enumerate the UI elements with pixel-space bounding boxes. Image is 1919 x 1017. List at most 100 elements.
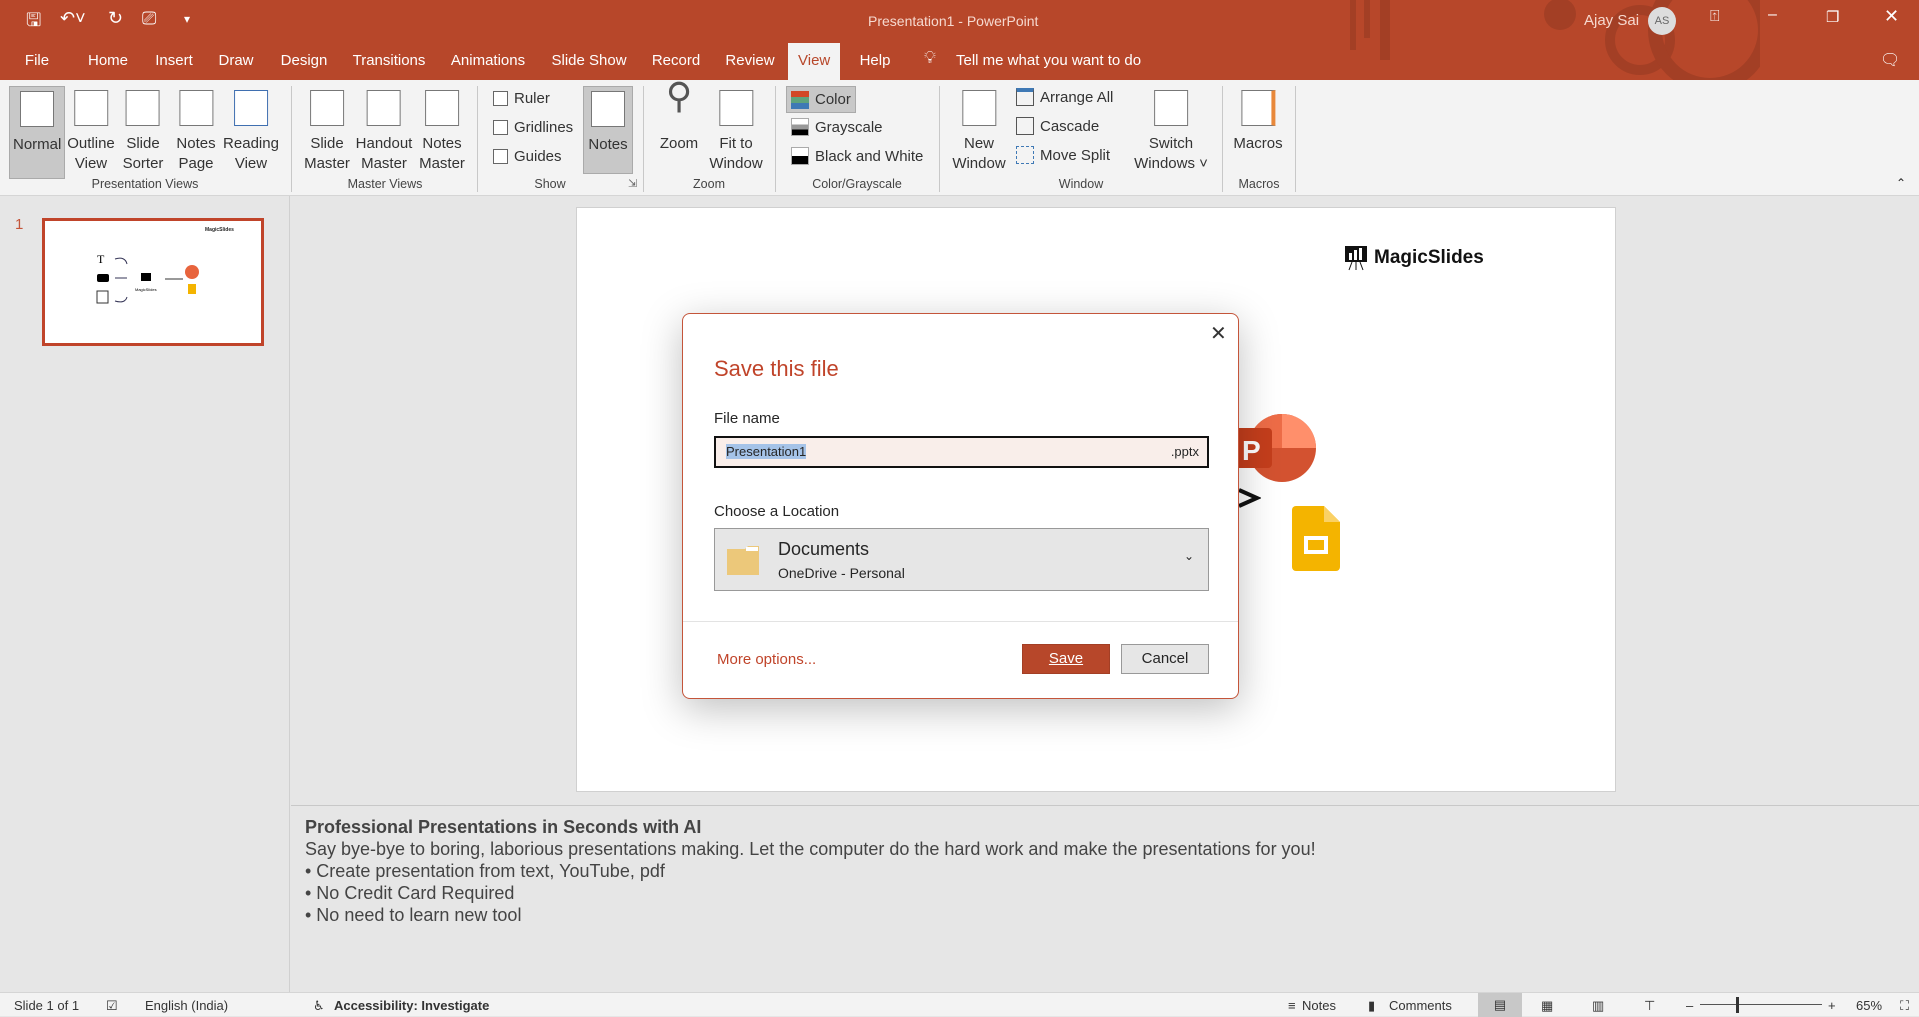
tab-view[interactable]: View: [788, 43, 841, 80]
comments-toggle-icon: ▮: [1368, 998, 1376, 1013]
tab-record[interactable]: Record: [652, 52, 700, 69]
notes-toggle-icon: ≡: [1288, 998, 1296, 1013]
macros-button[interactable]: Macros: [1230, 86, 1285, 177]
handout-master-button[interactable]: Handout Master: [353, 86, 416, 177]
user-name[interactable]: Ajay Sai: [1584, 12, 1639, 29]
undo-icon[interactable]: ↶˅: [60, 8, 86, 29]
present-icon[interactable]: ⎚: [142, 8, 156, 29]
location-label: Choose a Location: [714, 503, 840, 520]
accessibility-status[interactable]: Accessibility: Investigate: [334, 998, 489, 1013]
zoom-level[interactable]: 65%: [1856, 998, 1882, 1013]
handout-master-icon: [367, 90, 401, 126]
slide-sorter-status-icon[interactable]: ▦: [1541, 998, 1553, 1014]
zoom-button[interactable]: ⚲ Zoom: [657, 78, 701, 177]
tab-design[interactable]: Design: [281, 52, 328, 69]
grayscale-button[interactable]: Grayscale: [791, 118, 883, 136]
folder-icon: [727, 546, 759, 575]
zoom-slider[interactable]: [1700, 1004, 1822, 1005]
fit-slide-icon[interactable]: ⛶: [1900, 998, 1909, 1014]
ruler-checkbox[interactable]: Ruler: [493, 90, 550, 107]
google-slides-icon: [1292, 506, 1340, 571]
comments-icon[interactable]: 🗨︎: [1880, 50, 1900, 70]
ribbon-display-icon[interactable]: ⍐: [1710, 8, 1720, 26]
tab-slide-show[interactable]: Slide Show: [551, 52, 626, 69]
color-button[interactable]: Color: [786, 86, 856, 113]
guides-checkbox[interactable]: Guides: [493, 148, 562, 165]
customize-qat-icon[interactable]: ▾: [184, 12, 190, 26]
reading-view-status-icon[interactable]: ▥: [1592, 998, 1604, 1014]
cancel-button[interactable]: Cancel: [1121, 644, 1209, 674]
close-icon[interactable]: ✕: [1884, 6, 1899, 27]
black-and-white-button[interactable]: Black and White: [791, 147, 923, 165]
normal-view-button[interactable]: Normal: [9, 86, 65, 179]
move-split-button[interactable]: Move Split: [1016, 146, 1110, 164]
label: Slide: [310, 135, 344, 152]
slide-sorter-button[interactable]: Slide Sorter: [120, 86, 167, 177]
collapse-ribbon-icon[interactable]: ⌃: [1896, 176, 1906, 190]
accessibility-icon: ♿︎: [313, 998, 325, 1013]
slideshow-status-icon[interactable]: ⊤: [1644, 998, 1655, 1014]
tab-animations[interactable]: Animations: [451, 52, 525, 69]
arrange-all-button[interactable]: Arrange All: [1016, 88, 1113, 106]
label: Ruler: [514, 90, 550, 107]
outline-view-button[interactable]: Outline View: [64, 86, 118, 177]
save-icon[interactable]: 🖫: [26, 8, 41, 38]
minimize-icon[interactable]: –: [1768, 6, 1777, 24]
normal-view-status-icon[interactable]: ▤: [1478, 993, 1522, 1017]
file-name-label: File name: [714, 410, 780, 427]
tab-review[interactable]: Review: [725, 52, 774, 69]
slide-master-button[interactable]: Slide Master: [301, 86, 353, 177]
tab-draw[interactable]: Draw: [218, 52, 253, 69]
reading-view-button[interactable]: Reading View: [220, 86, 282, 177]
location-dropdown[interactable]: Documents OneDrive - Personal ⌄: [714, 528, 1209, 591]
save-button[interactable]: Save: [1022, 644, 1110, 674]
language[interactable]: English (India): [145, 998, 228, 1013]
avatar[interactable]: AS: [1648, 7, 1676, 35]
redo-icon[interactable]: ↻: [108, 8, 123, 29]
checkbox[interactable]: [493, 91, 508, 106]
label: Black and White: [815, 147, 924, 165]
tab-transitions[interactable]: Transitions: [353, 52, 426, 69]
file-name-input[interactable]: Presentation1 .pptx: [714, 436, 1209, 468]
spellcheck-icon[interactable]: ☑: [106, 998, 118, 1014]
notes-button[interactable]: Notes: [583, 86, 633, 174]
tab-help[interactable]: Help: [860, 52, 891, 69]
zoom-in-icon[interactable]: +: [1828, 998, 1836, 1013]
checkbox[interactable]: [493, 120, 508, 135]
zoom-out-icon[interactable]: –: [1686, 998, 1693, 1013]
zoom-slider-thumb[interactable]: [1736, 997, 1739, 1013]
notes-master-button[interactable]: Notes Master: [416, 86, 468, 177]
dialog-launcher-icon[interactable]: ⇲: [628, 177, 637, 190]
comments-toggle[interactable]: Comments: [1389, 998, 1452, 1013]
slide-counter: Slide 1 of 1: [14, 998, 80, 1013]
slide-number: 1: [15, 216, 24, 233]
logo-text: MagicSlides: [1374, 247, 1484, 268]
svg-text:T: T: [97, 252, 105, 266]
label: Page: [178, 155, 214, 172]
switch-windows-button[interactable]: Switch Windows ˅: [1131, 86, 1211, 177]
tab-home[interactable]: Home: [88, 52, 128, 69]
checkbox[interactable]: [493, 149, 508, 164]
close-dialog-icon[interactable]: ✕: [1210, 321, 1227, 346]
notes-toggle[interactable]: Notes: [1302, 998, 1336, 1013]
notes-pane[interactable]: Professional Presentations in Seconds wi…: [291, 805, 1919, 992]
divider: [1222, 86, 1223, 192]
window-title: Presentation1 - PowerPoint: [868, 13, 1039, 29]
new-window-button[interactable]: New Window: [949, 86, 1008, 177]
restore-icon[interactable]: ❐: [1826, 8, 1839, 26]
notes-body: Say bye-bye to boring, laborious present…: [305, 839, 1316, 859]
cascade-button[interactable]: Cascade: [1016, 117, 1099, 135]
magicslides-logo: MagicSlides: [1344, 245, 1484, 271]
label: Normal: [13, 136, 62, 153]
notes-page-button[interactable]: Notes Page: [173, 86, 218, 177]
label: Outline: [67, 135, 115, 152]
gridlines-checkbox[interactable]: Gridlines: [493, 119, 573, 136]
more-options-link[interactable]: More options...: [717, 651, 816, 668]
tab-insert[interactable]: Insert: [155, 52, 193, 69]
tell-me-search[interactable]: Tell me what you want to do: [956, 52, 1141, 69]
slide-sorter-icon: [125, 90, 160, 126]
slide-thumbnail[interactable]: MagicSlides T MagicSlides: [42, 218, 264, 346]
tab-file[interactable]: File: [25, 52, 49, 69]
fit-to-window-button[interactable]: Fit to Window: [706, 86, 765, 177]
label: Notes: [422, 135, 462, 152]
